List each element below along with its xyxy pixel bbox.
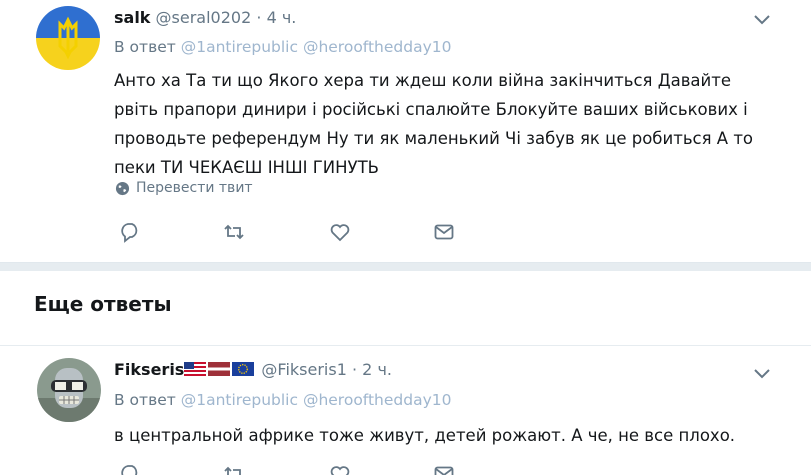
- tweet-header: salk @seral0202 · 4 ч.: [114, 8, 296, 27]
- eu-flag-icon: [232, 362, 255, 376]
- mention-link[interactable]: @heroofthedday10: [303, 391, 452, 409]
- translate-label: Перевести твит: [136, 180, 253, 196]
- timestamp[interactable]: 4 ч.: [267, 8, 297, 27]
- section-title: Еще ответы: [34, 292, 172, 316]
- user-name[interactable]: salk: [114, 8, 150, 27]
- tweet[interactable]: salk @seral0202 · 4 ч. В ответ @1antirep…: [0, 0, 811, 262]
- reply-prefix: В ответ: [114, 38, 176, 56]
- section-divider: [0, 262, 811, 271]
- retweet-icon[interactable]: [222, 462, 246, 475]
- user-handle[interactable]: @Fikseris1: [261, 360, 346, 379]
- heart-icon[interactable]: [328, 220, 352, 244]
- separator: ·: [256, 8, 262, 27]
- mention-link[interactable]: @heroofthedday10: [303, 38, 452, 56]
- reply-context: В ответ @1antirepublic @heroofthedday10: [114, 391, 452, 409]
- reply-icon[interactable]: [118, 220, 142, 244]
- latvia-flag-icon: [208, 362, 231, 376]
- envelope-icon[interactable]: [432, 462, 456, 475]
- ukraine-flag-trident-avatar: [36, 6, 100, 70]
- separator: ·: [351, 360, 358, 379]
- user-handle[interactable]: @seral0202: [156, 8, 252, 27]
- user-name[interactable]: Fikseris: [114, 360, 184, 379]
- translate-link[interactable]: Перевести твит: [115, 180, 253, 196]
- avatar[interactable]: [36, 6, 100, 70]
- tweet-actions: [118, 462, 458, 475]
- tweet[interactable]: Fikseris @Fikseris1 · 2 ч. В ответ @1ant…: [0, 345, 811, 476]
- tweet-header: Fikseris @Fikseris1 · 2 ч.: [114, 360, 392, 379]
- tweet-text: Анто ха Та ти що Якого хера ти ждеш коли…: [114, 71, 754, 177]
- reply-icon[interactable]: [118, 462, 142, 475]
- retweet-icon[interactable]: [222, 220, 246, 244]
- globe-icon: [115, 181, 130, 195]
- usa-flag-icon: [184, 362, 207, 376]
- chevron-down-icon[interactable]: [751, 362, 773, 384]
- mention-link[interactable]: @1antirepublic: [181, 38, 298, 56]
- avatar[interactable]: [37, 358, 101, 422]
- mention-link[interactable]: @1antirepublic: [181, 391, 298, 409]
- reply-context: В ответ @1antirepublic @heroofthedday10: [114, 38, 452, 56]
- chevron-down-icon[interactable]: [751, 8, 773, 30]
- tweet-text: в центральной африке тоже живут, детей р…: [114, 426, 736, 445]
- timestamp[interactable]: 2 ч.: [362, 360, 392, 379]
- reply-prefix: В ответ: [114, 391, 176, 409]
- envelope-icon[interactable]: [432, 220, 456, 244]
- heart-icon[interactable]: [328, 462, 352, 475]
- robot-avatar: [37, 358, 101, 422]
